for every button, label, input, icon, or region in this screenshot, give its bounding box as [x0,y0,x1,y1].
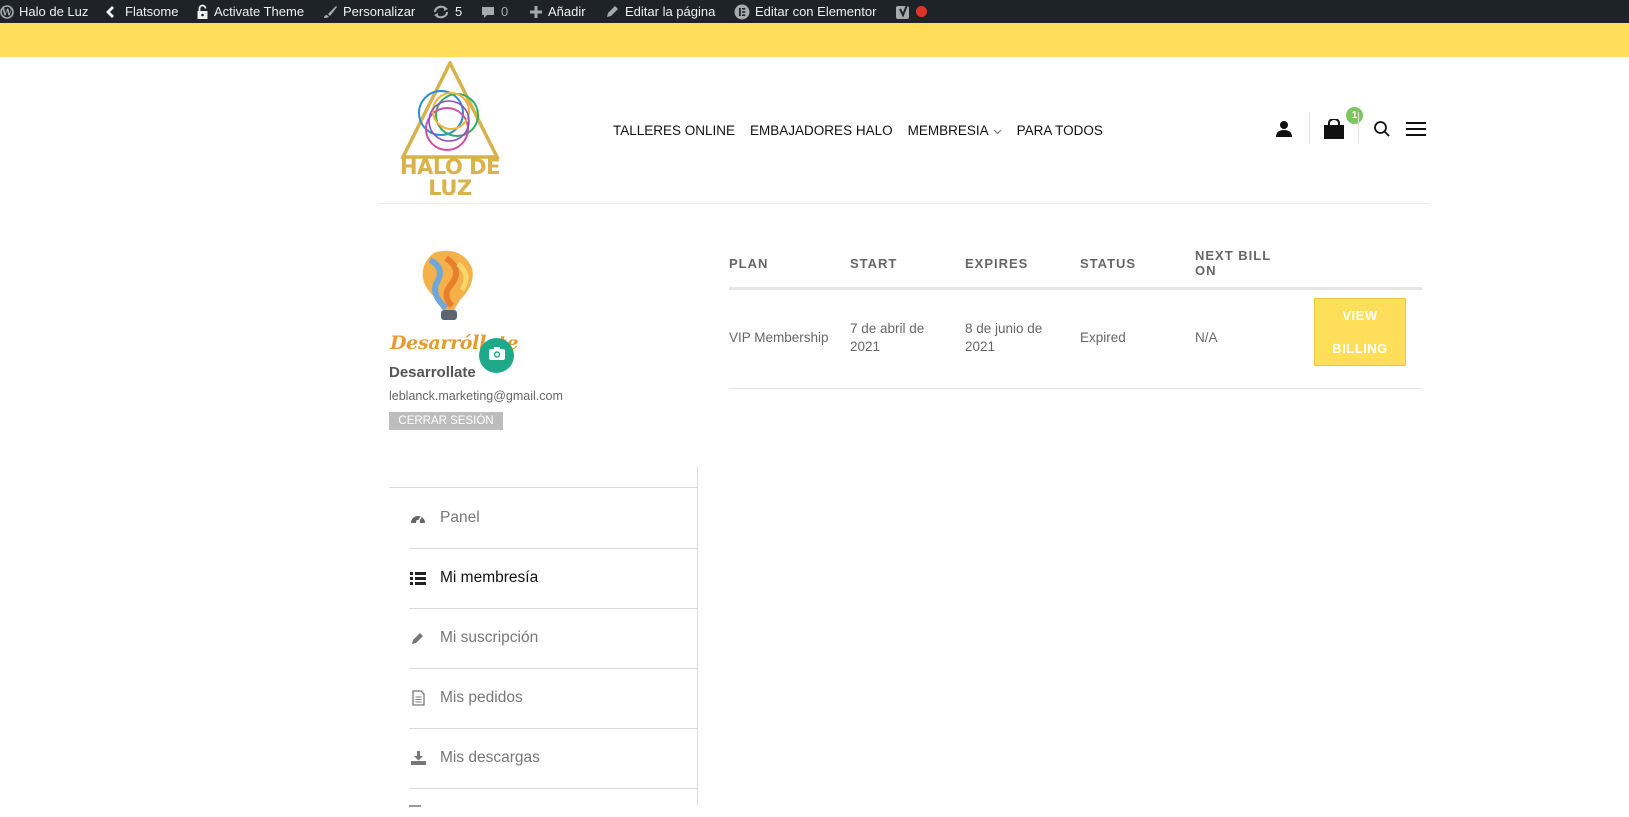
elementor-icon [734,4,750,20]
nav-talleres-online[interactable]: TALLERES ONLINE [613,123,735,138]
admin-customize[interactable]: Personalizar [322,0,415,23]
nav-label: MEMBRESIA [907,122,989,138]
document-icon [409,689,427,707]
cell-plan: VIP Membership [729,330,829,345]
admin-edit-page[interactable]: Editar la página [605,0,715,23]
logo-text: HALO DE LUZ [391,157,509,199]
cell-line: 2021 [965,339,996,354]
site-header: HALO DE LUZ TALLERES ONLINE EMBAJADORES … [379,57,1430,204]
cart-icon[interactable] [1323,118,1345,144]
admin-edit-page-label: Editar la página [625,3,716,19]
cell-next-bill: N/A [1195,330,1218,345]
admin-updates-count: 5 [455,3,463,19]
view-billing-button[interactable]: VIEW BILLING [1314,298,1406,366]
logo-text-line2: LUZ [428,176,472,200]
profile-email: leblanck.marketing@gmail.com [389,389,563,403]
column-header-plan: PLAN [729,256,769,271]
search-icon[interactable] [1373,120,1391,143]
nav-label: PARA TODOS [1016,122,1103,138]
nav-label: EMBAJADORES HALO [750,122,893,138]
table-header-divider [729,287,1422,290]
admin-activate-theme[interactable]: Activate Theme [196,0,304,23]
column-header-next-bill-on: NEXT BILL ON [1195,248,1271,278]
cell-start: 7 de abril de 2021 [850,320,924,356]
yoast-icon [895,4,911,20]
admin-edit-elementor-label: Editar con Elementor [755,3,877,19]
avatar-bulb-icon [422,250,473,320]
admin-theme-link[interactable]: Flatsome [104,0,178,23]
nav-para-todos[interactable]: PARA TODOS [1017,123,1103,138]
nav-membresia[interactable]: MEMBRESIA [908,123,1002,138]
column-header-expires: EXPIRES [965,256,1029,271]
admin-updates[interactable]: 5 [432,0,462,23]
admin-customize-label: Personalizar [343,3,416,19]
button-line: BILLING [1332,341,1388,356]
admin-add-new-label: Añadir [548,3,586,19]
admin-seo[interactable] [895,0,927,23]
list-icon [409,569,427,587]
lock-icon [196,4,209,19]
cell-expires: 8 de junio de 2021 [965,320,1042,356]
menu-item-mi-suscripcion[interactable]: Mi suscripción [409,608,698,669]
admin-site-name: Halo de Luz [19,3,89,19]
admin-bar: W Halo de Luz Flatsome Activate Theme Pe… [0,0,1629,23]
comment-icon [480,5,496,19]
column-header-line: NEXT BILL [1195,248,1272,263]
brush-icon [322,5,338,19]
cell-line: 8 de junio de [965,321,1043,336]
header-divider [1309,112,1310,144]
site-logo[interactable]: HALO DE LUZ [391,59,509,203]
svg-text:W: W [1,8,13,18]
nav-embajadores-halo[interactable]: EMBAJADORES HALO [750,123,893,138]
menu-item-mis-pedidos[interactable]: Mis pedidos [409,668,698,729]
logout-button[interactable]: CERRAR SESIÓN [389,412,503,430]
promo-bar [0,23,1629,57]
profile-name: Desarrollate [389,364,476,381]
column-header-status: STATUS [1080,256,1137,271]
user-icon[interactable] [1275,120,1293,143]
admin-theme-name: Flatsome [125,3,179,19]
pencil-icon [409,629,427,647]
dashboard-icon [409,509,427,527]
download-icon [409,749,427,767]
menu-item-label: Mis pedidos [440,689,523,706]
table-row-divider [729,388,1422,389]
menu-icon[interactable] [1406,121,1426,142]
logo-mark-icon [400,59,500,159]
menu-item-label: Panel [440,509,480,526]
change-avatar-button[interactable] [479,338,514,373]
menu-item-partial-icon [409,799,423,817]
cell-line: 2021 [850,339,881,354]
main-nav: TALLERES ONLINE EMBAJADORES HALO MEMBRES… [613,57,1118,203]
admin-add-new[interactable]: Añadir [529,0,586,23]
header-divider [1358,112,1359,144]
camera-icon [488,346,506,366]
menu-item-label: Mi suscripción [440,629,539,646]
menu-item-mis-descargas[interactable]: Mis descargas [409,728,698,789]
menu-item-mi-membresia[interactable]: Mi membresía [409,548,698,609]
nav-label: TALLERES ONLINE [613,122,736,138]
column-header-start: START [850,256,898,271]
cell-line: 7 de abril de [850,321,925,336]
menu-item-label: Mi membresía [440,569,539,586]
admin-site-link[interactable]: W Halo de Luz [0,0,88,23]
button-line: VIEW [1342,308,1378,323]
pencil-icon [605,5,620,19]
flatsome-icon [104,5,120,19]
chevron-down-icon [993,123,1002,138]
cell-status: Expired [1080,330,1126,345]
plus-icon [529,5,543,19]
menu-item-panel[interactable]: Panel [409,488,698,549]
menu-item-label: Mis descargas [440,749,540,766]
column-header-line: ON [1195,263,1217,278]
logo-text-line1: HALO DE [400,155,500,179]
admin-comments[interactable]: 0 [480,0,508,23]
seo-status-dot [916,6,927,17]
refresh-icon [432,5,450,19]
wordpress-icon: W [0,4,14,19]
cart-count-badge: 1 [1346,107,1363,124]
admin-comments-count: 0 [501,3,509,19]
admin-activate-theme-label: Activate Theme [214,3,305,19]
admin-edit-elementor[interactable]: Editar con Elementor [734,0,876,23]
